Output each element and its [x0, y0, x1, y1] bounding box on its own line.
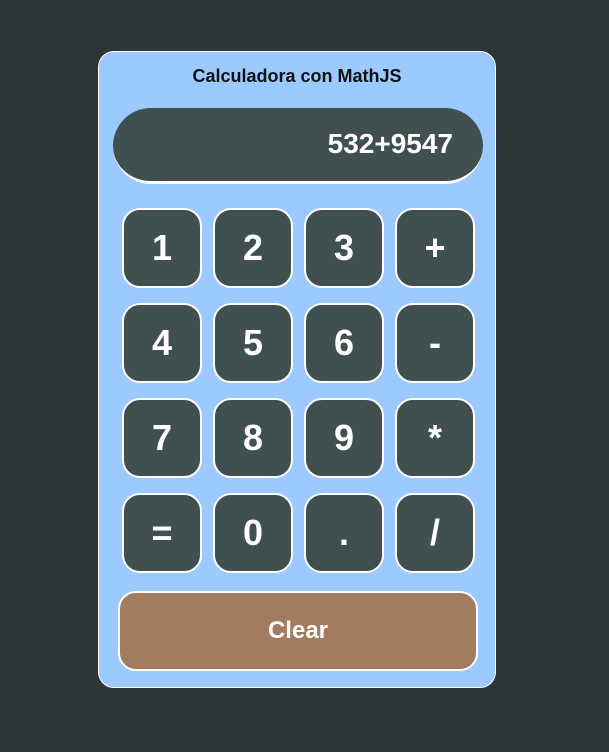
- key-1[interactable]: 1: [122, 208, 202, 288]
- key-0[interactable]: 0: [213, 493, 293, 573]
- key-6[interactable]: 6: [304, 303, 384, 383]
- key-divide[interactable]: /: [395, 493, 475, 573]
- key-4[interactable]: 4: [122, 303, 202, 383]
- key-9[interactable]: 9: [304, 398, 384, 478]
- key-equals[interactable]: =: [122, 493, 202, 573]
- calculator-title: Calculadora con MathJS: [192, 66, 402, 86]
- clear-button[interactable]: Clear: [118, 591, 478, 671]
- key-decimal[interactable]: .: [304, 493, 384, 573]
- key-5[interactable]: 5: [213, 303, 293, 383]
- key-3[interactable]: 3: [304, 208, 384, 288]
- key-minus[interactable]: -: [395, 303, 475, 383]
- calculator-display: 532+9547: [113, 108, 483, 184]
- key-2[interactable]: 2: [213, 208, 293, 288]
- calculator-card: Calculadora con MathJS 532+9547 1 2 3 + …: [98, 51, 496, 688]
- key-multiply[interactable]: *: [395, 398, 475, 478]
- keypad: 1 2 3 + 4 5 6 - 7 8 9 * = 0 . /: [122, 208, 476, 573]
- key-8[interactable]: 8: [213, 398, 293, 478]
- key-plus[interactable]: +: [395, 208, 475, 288]
- key-7[interactable]: 7: [122, 398, 202, 478]
